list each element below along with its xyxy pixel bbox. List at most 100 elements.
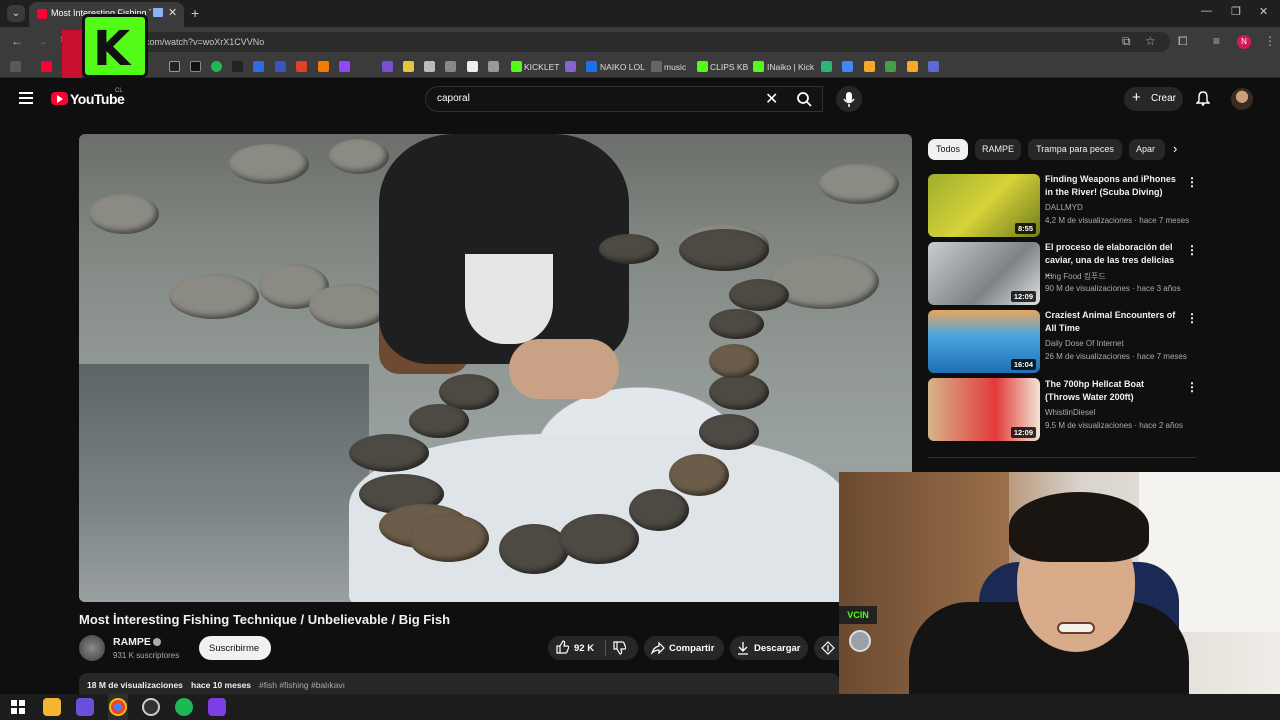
subscriber-count: 931 K suscriptores xyxy=(113,651,180,660)
profile-avatar[interactable]: N xyxy=(1237,35,1251,49)
channel-name[interactable]: RAMPE xyxy=(113,636,151,648)
bookmark-icon-p[interactable] xyxy=(928,61,939,72)
kicklet-icon[interactable] xyxy=(511,61,522,72)
extensions-icon[interactable]: ⧠ xyxy=(1178,34,1188,49)
rec-thumbnail[interactable]: 12:09 xyxy=(928,378,1040,441)
dislike-icon[interactable] xyxy=(612,641,626,655)
video-player[interactable] xyxy=(79,134,912,602)
rec-thumbnail[interactable]: 12:09 xyxy=(928,242,1040,305)
bookmark-x-icon[interactable] xyxy=(169,61,180,72)
bookmark-icon-o[interactable] xyxy=(907,61,918,72)
voice-search-button[interactable] xyxy=(836,86,862,112)
bookmark-icon-g[interactable] xyxy=(445,61,456,72)
bookmark-icon-b[interactable] xyxy=(296,61,307,72)
bookmark-s-icon[interactable] xyxy=(232,61,243,72)
taskbar-app-icon[interactable] xyxy=(76,698,94,716)
search-icon xyxy=(797,92,812,107)
rec-title[interactable]: The 700hp Hellcat Boat (Throws Water 200… xyxy=(1045,378,1180,404)
bookmark-spotify-icon[interactable] xyxy=(211,61,222,72)
bookmark-tiktok-icon[interactable] xyxy=(190,61,201,72)
rec-channel[interactable]: Daily Dose Of Internet xyxy=(1045,339,1124,348)
rec-duration: 12:09 xyxy=(1010,427,1036,438)
more-options-icon[interactable]: ⋮ xyxy=(1186,311,1198,325)
tab-search-icon[interactable]: ⌄ xyxy=(7,5,25,22)
maximize-icon[interactable]: ❐ xyxy=(1231,5,1241,18)
bookmark-icon-a[interactable] xyxy=(275,61,286,72)
chip-trampa-para-peces[interactable]: Trampa para peces xyxy=(1028,139,1122,160)
chrome-icon[interactable] xyxy=(109,698,127,716)
hashtags[interactable]: #fish #fishing #balıkavı xyxy=(259,680,345,690)
search-input[interactable] xyxy=(425,86,823,112)
channel-avatar[interactable] xyxy=(79,635,105,661)
chip-rampe[interactable]: RAMPE xyxy=(975,139,1021,160)
naiko-lol-icon[interactable] xyxy=(586,61,597,72)
rec-title[interactable]: Finding Weapons and iPhones in the River… xyxy=(1045,173,1180,199)
search-button[interactable] xyxy=(786,86,822,112)
cast-icon[interactable]: ⧉ xyxy=(1122,34,1131,49)
more-options-icon[interactable]: ⋮ xyxy=(1186,243,1198,257)
bookmark-music[interactable]: music xyxy=(664,62,686,72)
back-icon[interactable]: ← xyxy=(11,34,23,48)
rec-title[interactable]: Craziest Animal Encounters of All Time xyxy=(1045,309,1180,335)
bookmark-icon-i[interactable] xyxy=(488,61,499,72)
webcam-overlay: VCIN xyxy=(839,472,1280,720)
bookmark-blue-icon[interactable] xyxy=(253,61,264,72)
tab-media-icon[interactable] xyxy=(153,8,163,17)
forward-icon[interactable]: → xyxy=(36,34,48,48)
more-options-icon[interactable]: ⋮ xyxy=(1186,380,1198,394)
rec-channel[interactable]: WhistlinDiesel xyxy=(1045,408,1095,417)
like-count: 92 K xyxy=(574,643,595,654)
bookmark-naiko-lol[interactable]: NAIKO LOL xyxy=(600,62,645,72)
bookmark-icon-m[interactable] xyxy=(864,61,875,72)
rec-channel[interactable]: King Food 킹푸드 xyxy=(1045,271,1106,282)
account-avatar[interactable] xyxy=(1231,88,1253,110)
bookmark-icon-e[interactable] xyxy=(403,61,414,72)
clips-kb-icon[interactable] xyxy=(697,61,708,72)
file-explorer-icon[interactable] xyxy=(43,698,61,716)
new-tab-icon[interactable]: + xyxy=(191,5,199,21)
windows-start-icon[interactable] xyxy=(11,700,25,714)
tab-close-icon[interactable]: ✕ xyxy=(168,6,177,19)
bookmark-icon-l[interactable] xyxy=(842,61,853,72)
chrome-menu-icon[interactable]: ⋮ xyxy=(1264,34,1276,48)
bookmark-icon-d[interactable] xyxy=(382,61,393,72)
hamburger-menu-icon[interactable] xyxy=(19,92,33,104)
bookmark-kicklet[interactable]: KICKLET xyxy=(524,62,559,72)
bookmark-star-icon[interactable]: ☆ xyxy=(1145,34,1156,48)
more-options-icon[interactable]: ⋮ xyxy=(1186,175,1198,189)
chevron-right-icon[interactable]: › xyxy=(1173,141,1177,156)
rec-duration: 16:04 xyxy=(1010,359,1036,370)
media-control-icon[interactable]: ≡ xyxy=(1213,34,1220,48)
url-text: com/watch?v=woXrX1CVVNo xyxy=(145,37,265,47)
bookmark-youtube-icon[interactable] xyxy=(41,61,52,72)
clear-search-icon[interactable]: ✕ xyxy=(765,89,778,109)
spotify-icon[interactable] xyxy=(175,698,193,716)
bookmark-icon-k[interactable] xyxy=(821,61,832,72)
bookmark-icon-j[interactable] xyxy=(565,61,576,72)
inaiko-kick-icon[interactable] xyxy=(753,61,764,72)
bookmark-twitch-icon[interactable] xyxy=(339,61,350,72)
bookmark-inaiko-kick[interactable]: INaiko | Kick xyxy=(767,62,814,72)
minimize-icon[interactable]: — xyxy=(1201,5,1212,17)
taskbar-app2-icon[interactable] xyxy=(208,698,226,716)
plus-icon: + xyxy=(1132,89,1141,106)
music-icon[interactable] xyxy=(651,61,662,72)
bookmark-clips-kb[interactable]: CLIPS KB xyxy=(710,62,748,72)
rec-thumbnail[interactable]: 8:55 xyxy=(928,174,1040,237)
obs-icon[interactable] xyxy=(142,698,160,716)
like-icon[interactable] xyxy=(555,640,569,654)
bookmark-icon-h[interactable] xyxy=(467,61,478,72)
window-close-icon[interactable]: ✕ xyxy=(1259,5,1268,18)
rec-thumbnail[interactable]: 16:04 xyxy=(928,310,1040,373)
rec-duration: 12:09 xyxy=(1010,291,1036,302)
kick-logo-icon: K xyxy=(82,14,148,78)
rec-channel[interactable]: DALLMYD xyxy=(1045,203,1083,212)
apps-icon[interactable] xyxy=(10,61,21,72)
upload-date: hace 10 meses xyxy=(191,680,252,690)
bookmark-icon-c[interactable] xyxy=(318,61,329,72)
bookmark-icon-n[interactable] xyxy=(885,61,896,72)
bookmark-icon-f[interactable] xyxy=(424,61,435,72)
notifications-bell-icon[interactable] xyxy=(1195,91,1211,106)
chip-todos[interactable]: Todos xyxy=(928,139,968,160)
chip-apar[interactable]: Apar xyxy=(1129,139,1165,160)
